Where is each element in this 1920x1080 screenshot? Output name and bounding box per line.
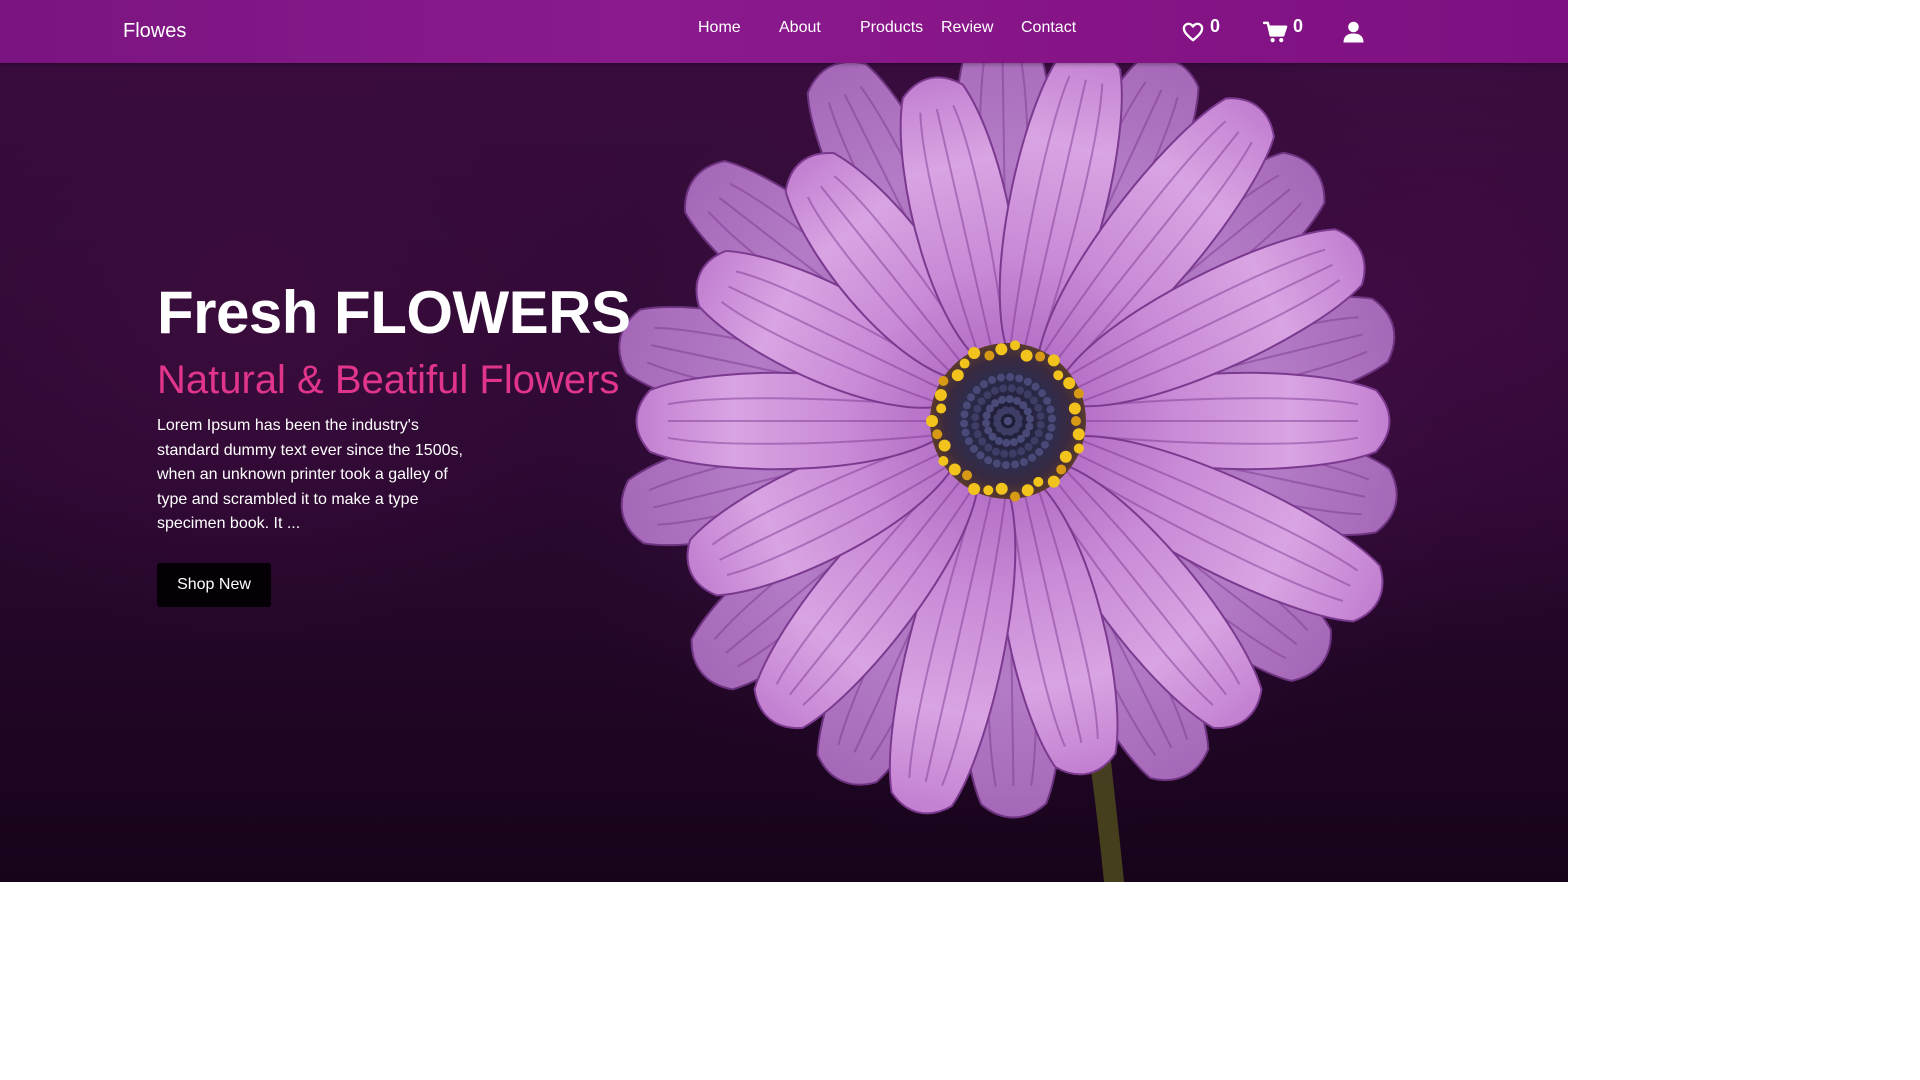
nav-link-about[interactable]: About: [779, 19, 821, 37]
cart-count: 0: [1293, 16, 1304, 36]
nav-link-review[interactable]: Review: [941, 19, 993, 37]
hero-section: Fresh FLOWERS Natural & Beatiful Flowers…: [0, 0, 1568, 882]
wishlist-count: 0: [1210, 16, 1221, 36]
nav-link-home[interactable]: Home: [698, 19, 741, 37]
hero-description: Lorem Ipsum has been the industry's stan…: [157, 417, 463, 532]
heart-icon[interactable]: [1182, 22, 1204, 42]
navbar: Flowes Home About Products Review Contac…: [0, 0, 1568, 63]
shop-new-button[interactable]: Shop New: [157, 563, 271, 607]
hero-title: Fresh FLOWERS: [157, 279, 631, 346]
hero-subtitle: Natural & Beatiful Flowers: [157, 358, 620, 402]
brand-logo[interactable]: Flowes: [123, 20, 186, 43]
nav-link-contact[interactable]: Contact: [1021, 19, 1076, 37]
landing-page: Fresh FLOWERS Natural & Beatiful Flowers…: [0, 0, 1568, 882]
cart-icon[interactable]: [1263, 21, 1288, 43]
user-icon[interactable]: [1343, 21, 1364, 43]
nav-link-products[interactable]: Products: [860, 19, 923, 37]
